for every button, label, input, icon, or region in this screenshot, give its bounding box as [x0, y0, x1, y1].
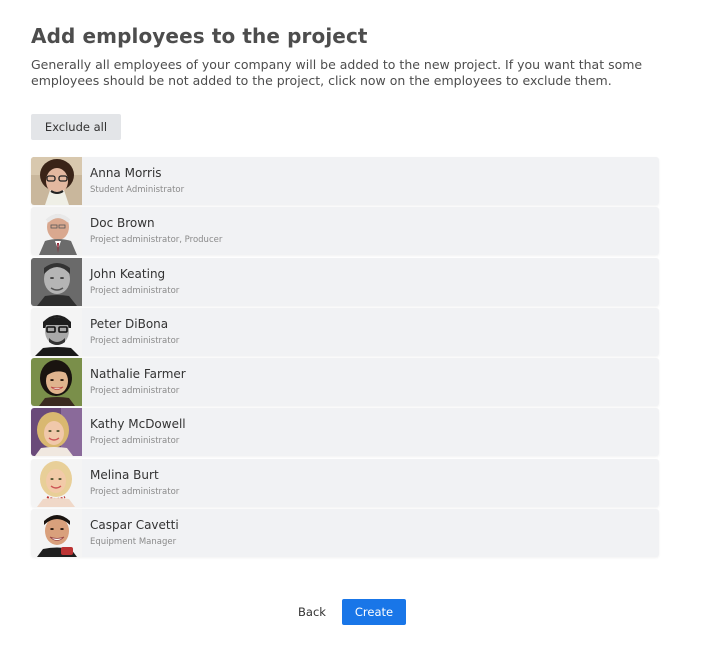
employee-role: Project administrator	[90, 486, 180, 497]
exclude-all-button[interactable]: Exclude all	[31, 114, 121, 140]
employee-list: Anna Morris Student Administrator Doc Br…	[31, 157, 659, 559]
employee-row-doc-brown[interactable]: Doc Brown Project administrator, Produce…	[31, 207, 659, 256]
employee-role: Project administrator, Producer	[90, 235, 223, 246]
avatar	[31, 307, 82, 356]
avatar	[31, 207, 82, 256]
avatar	[31, 408, 82, 457]
employee-role: Project administrator	[90, 285, 180, 296]
employee-role: Project administrator	[90, 386, 180, 397]
employee-name: Melina Burt	[90, 467, 159, 482]
avatar	[31, 157, 82, 205]
avatar	[31, 509, 82, 558]
page-title: Add employees to the project	[31, 24, 368, 48]
employee-name: Caspar Cavetti	[90, 518, 179, 533]
employee-role: Equipment Manager	[90, 537, 177, 548]
back-button[interactable]: Back	[290, 600, 334, 624]
employee-role: Project administrator	[90, 436, 180, 447]
avatar	[31, 257, 82, 306]
avatar	[31, 358, 82, 407]
employee-row-peter-dibona[interactable]: Peter DiBona Project administrator	[31, 307, 659, 356]
employee-name: John Keating	[90, 266, 166, 281]
avatar	[31, 458, 82, 507]
employee-role: Student Administrator	[90, 185, 185, 195]
employee-row-kathy-mcdowell[interactable]: Kathy McDowell Project administrator	[31, 408, 659, 457]
employee-row-melina-burt[interactable]: Melina Burt Project administrator	[31, 458, 659, 507]
employee-name: Doc Brown	[90, 216, 155, 231]
employee-name: Anna Morris	[90, 166, 162, 180]
page-description: Generally all employees of your company …	[31, 57, 643, 88]
create-button[interactable]: Create	[342, 599, 406, 625]
employee-name: Kathy McDowell	[90, 417, 186, 432]
employee-name: Nathalie Farmer	[90, 367, 186, 382]
employee-row-john-keating[interactable]: John Keating Project administrator	[31, 257, 659, 306]
employee-role: Project administrator	[90, 335, 180, 346]
employee-name: Peter DiBona	[90, 316, 169, 331]
employee-row-anna-morris[interactable]: Anna Morris Student Administrator	[31, 157, 659, 205]
employee-row-caspar-cavetti[interactable]: Caspar Cavetti Equipment Manager	[31, 509, 659, 558]
employee-row-nathalie-farmer[interactable]: Nathalie Farmer Project administrator	[31, 358, 659, 407]
